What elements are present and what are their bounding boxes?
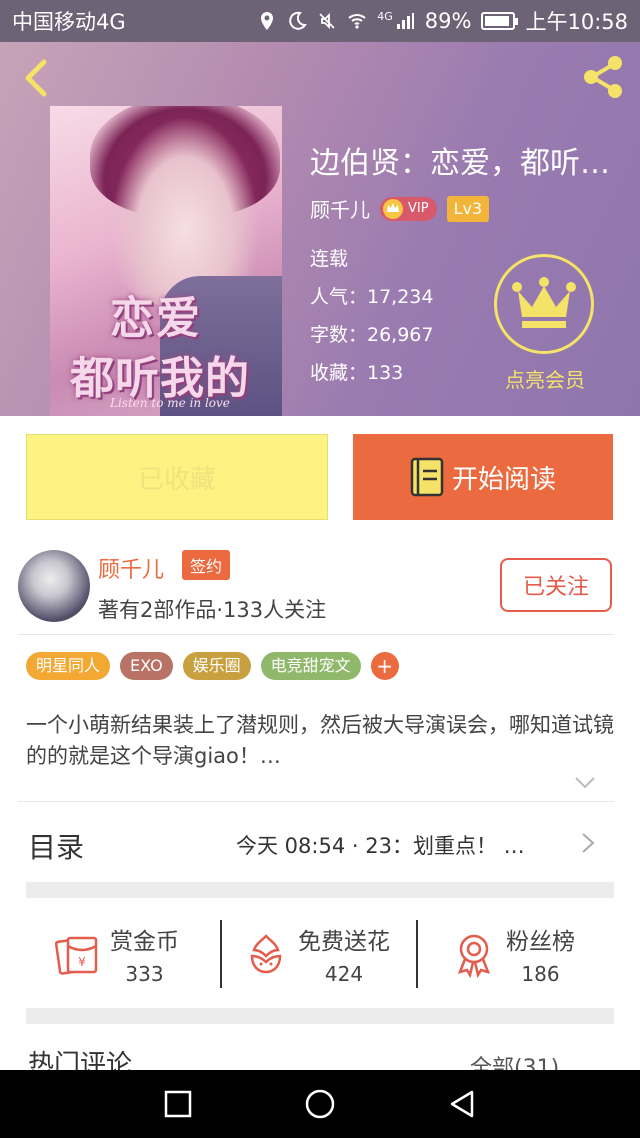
share-icon[interactable] bbox=[578, 52, 628, 102]
start-reading-label: 开始阅读 bbox=[451, 464, 556, 495]
hot-comments-title: 热门评论 bbox=[28, 1050, 133, 1070]
carrier-label: 中国移动4G bbox=[12, 10, 126, 34]
chevron-down-icon[interactable] bbox=[574, 776, 596, 790]
red-envelope-icon: ¥ bbox=[54, 936, 98, 975]
wifi-icon bbox=[348, 14, 366, 29]
battery-icon bbox=[481, 12, 519, 30]
book-detail-main: 已收藏 开始阅读 顾千儿 签约 著有2部作品·133人关注 已关注 明星同人 E… bbox=[0, 416, 640, 1070]
add-tag-button[interactable]: + bbox=[370, 652, 399, 680]
battery-percent: 89% bbox=[424, 9, 472, 33]
fan-ranking-stat[interactable]: 粉丝榜 186 bbox=[450, 902, 575, 1006]
book-title: 边伯贤：恋爱，都听… bbox=[310, 146, 610, 181]
stat-separator bbox=[220, 920, 222, 988]
section-separator bbox=[26, 882, 614, 898]
tag[interactable]: 娱乐圈 bbox=[182, 652, 251, 680]
toc-latest-chapter: 今天 08:54 · 23：划重点！ … bbox=[236, 834, 525, 858]
avatar[interactable] bbox=[18, 550, 90, 622]
flower-icon bbox=[250, 934, 282, 974]
book-word-count: 字数：26,967 bbox=[310, 324, 434, 346]
author-works: 著有2部作品·133人关注 bbox=[98, 598, 327, 622]
svg-text:¥: ¥ bbox=[78, 955, 86, 969]
author-row: 顾千儿 VIP Lv3 bbox=[310, 194, 490, 223]
medal-icon bbox=[457, 934, 491, 978]
stat-separator bbox=[416, 920, 418, 988]
send-flowers-stat[interactable]: 免费送花 424 bbox=[242, 902, 390, 1006]
clock: 上午10:58 bbox=[525, 10, 628, 34]
divider bbox=[18, 634, 614, 635]
author-block: 顾千儿 签约 著有2部作品·133人关注 已关注 bbox=[0, 544, 640, 636]
book-header: 恋爱 都听我的 Listen to me in love 边伯贤：恋爱，都听… … bbox=[0, 42, 640, 416]
signal-icon bbox=[396, 13, 414, 29]
book-popularity: 人气：17,234 bbox=[310, 286, 434, 308]
vip-member-button[interactable] bbox=[494, 254, 594, 354]
home-icon[interactable] bbox=[304, 1088, 336, 1120]
signed-badge: 签约 bbox=[182, 550, 231, 580]
stat-value: 424 bbox=[324, 962, 364, 986]
network-label: 4G bbox=[377, 9, 393, 23]
chevron-right-icon bbox=[582, 833, 595, 853]
cover-title-line1: 恋爱 bbox=[110, 293, 202, 344]
stat-label: 免费送花 bbox=[298, 929, 390, 955]
toc-label: 目录 bbox=[28, 831, 85, 864]
vip-crown-icon bbox=[383, 198, 403, 219]
stat-label: 赏金币 bbox=[110, 929, 179, 955]
book-description: 一个小萌新结果装上了潜规则，然后被大导演误会，哪知道试镜的的就是这个导演giao… bbox=[26, 713, 614, 768]
all-comments-link[interactable]: 全部(31) bbox=[470, 1050, 559, 1070]
table-of-contents-row[interactable]: 目录 今天 08:54 · 23：划重点！ … bbox=[0, 802, 640, 884]
stats-row: ¥ 赏金币 333 免费送花 424 粉丝榜 186 bbox=[26, 902, 614, 1006]
book-favorites: 收藏：133 bbox=[310, 362, 404, 384]
status-icons: 4G 89% 上午10:58 bbox=[257, 6, 628, 36]
mute-icon bbox=[319, 12, 335, 30]
back-nav-icon[interactable] bbox=[446, 1088, 478, 1120]
follow-button[interactable]: 已关注 bbox=[500, 558, 612, 612]
moon-icon bbox=[289, 11, 308, 30]
section-separator bbox=[26, 1008, 614, 1024]
book-icon bbox=[410, 457, 444, 497]
start-reading-button[interactable]: 开始阅读 bbox=[353, 434, 613, 520]
vip-label: VIP bbox=[408, 201, 429, 216]
tag[interactable]: 明星同人 bbox=[26, 652, 111, 680]
crown-icon bbox=[512, 277, 576, 328]
collected-button[interactable]: 已收藏 bbox=[26, 434, 328, 520]
status-bar: 中国移动4G 4G 89% 上午10:58 bbox=[0, 0, 640, 42]
author-block-name[interactable]: 顾千儿 bbox=[98, 552, 164, 584]
reward-coins-stat[interactable]: ¥ 赏金币 333 bbox=[54, 902, 179, 1006]
recents-icon[interactable] bbox=[162, 1088, 194, 1120]
stat-value: 186 bbox=[521, 962, 560, 986]
navigation-bar bbox=[0, 1070, 640, 1138]
stat-value: 333 bbox=[125, 962, 164, 986]
tag[interactable]: EXO bbox=[120, 652, 173, 680]
level-badge: Lv3 bbox=[446, 195, 490, 222]
author-name[interactable]: 顾千儿 bbox=[310, 194, 370, 223]
tag[interactable]: 电竞甜宠文 bbox=[260, 652, 361, 680]
cover-subtitle: Listen to me in love bbox=[110, 396, 230, 410]
vip-badge: VIP bbox=[380, 196, 437, 221]
vip-member-label[interactable]: 点亮会员 bbox=[498, 364, 592, 393]
tag-list: 明星同人 EXO 娱乐圈 电竞甜宠文 + bbox=[26, 652, 399, 680]
stat-label: 粉丝榜 bbox=[506, 929, 575, 955]
book-status: 连载 bbox=[310, 248, 349, 270]
location-icon bbox=[261, 12, 274, 30]
back-icon[interactable] bbox=[14, 56, 58, 100]
book-cover[interactable]: 恋爱 都听我的 Listen to me in love bbox=[50, 106, 282, 416]
